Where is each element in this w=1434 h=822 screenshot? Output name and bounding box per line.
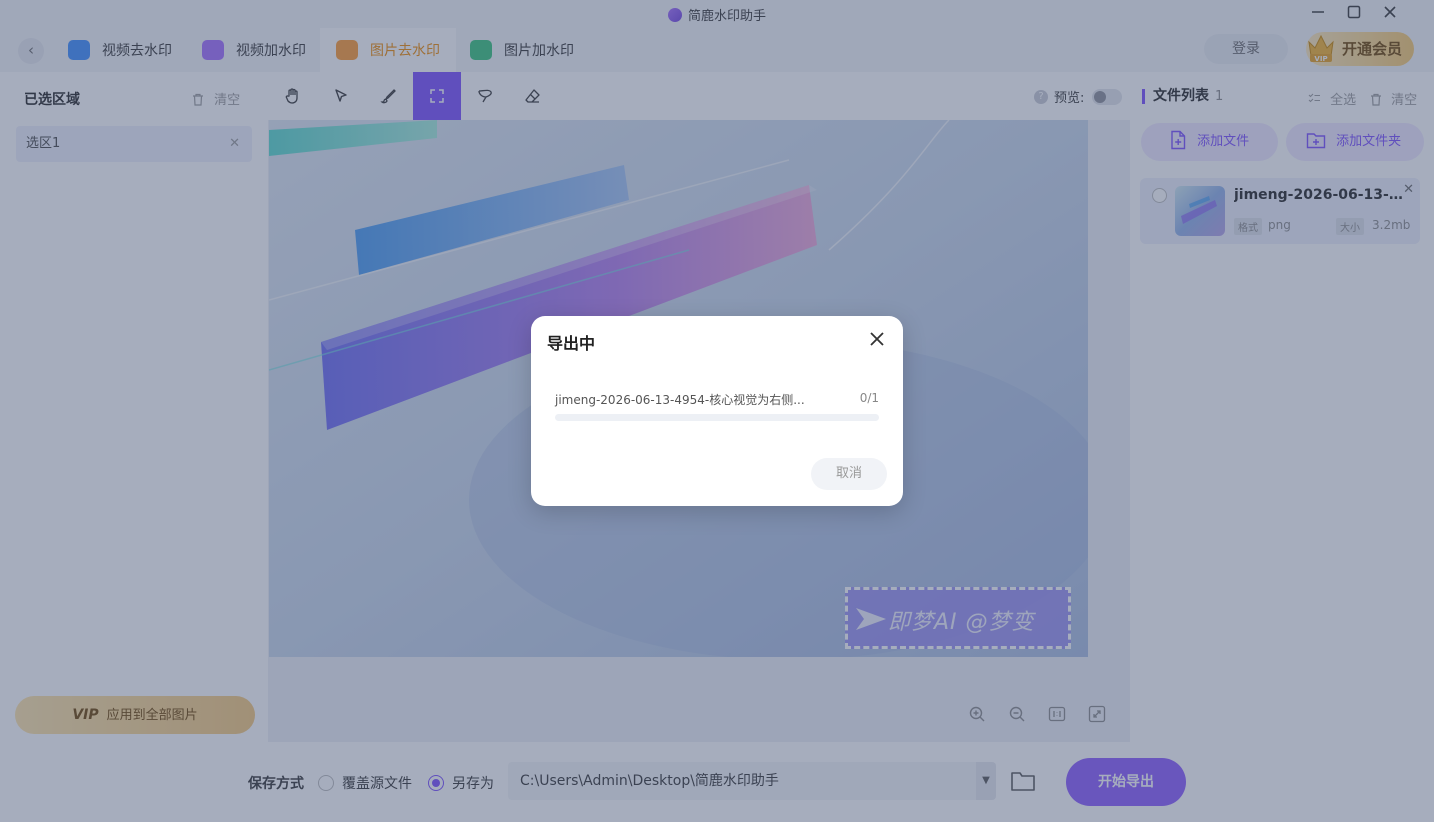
dialog-close-icon[interactable] (869, 328, 885, 352)
export-progress-dialog: 导出中 jimeng-2026-06-13-4954-核心视觉为右侧... 0/… (531, 316, 903, 506)
cancel-button[interactable]: 取消 (811, 458, 887, 490)
export-file-name: jimeng-2026-06-13-4954-核心视觉为右侧... (555, 393, 805, 407)
dialog-title: 导出中 (547, 334, 596, 353)
export-count: 0/1 (859, 391, 879, 405)
export-progress-bar (555, 414, 879, 421)
